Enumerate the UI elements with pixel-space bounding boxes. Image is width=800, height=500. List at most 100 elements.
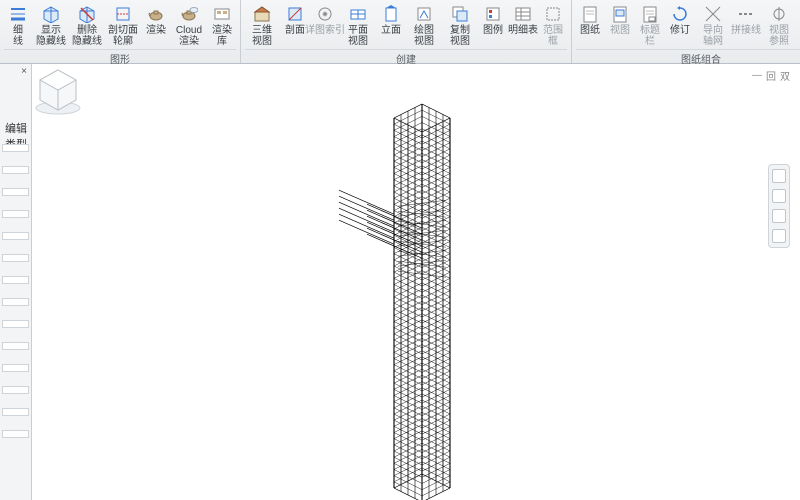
button-label: 三维 视图 — [252, 25, 272, 47]
draft-icon — [414, 4, 434, 24]
legend-icon — [483, 4, 503, 24]
sheet-icon — [580, 4, 600, 24]
teapot-icon — [146, 4, 166, 24]
property-field[interactable] — [2, 430, 29, 438]
model-drawing — [32, 64, 800, 500]
3d-viewport[interactable]: — 回 双 — [32, 64, 800, 500]
schedule-icon — [513, 4, 533, 24]
view-ref-button: 视图 参照 — [762, 2, 796, 47]
property-field[interactable] — [2, 386, 29, 394]
button-label: 渲染 — [146, 25, 166, 36]
dup-icon — [450, 4, 470, 24]
property-field[interactable] — [2, 144, 29, 152]
button-label: 剖切面 轮廓 — [108, 25, 138, 47]
navigation-bar — [768, 164, 790, 248]
property-field[interactable] — [2, 364, 29, 372]
properties-sidebar: × 编辑类型 — [0, 64, 32, 500]
scope-icon — [543, 4, 563, 24]
property-field[interactable] — [2, 320, 29, 328]
button-label: 修订 — [670, 25, 690, 36]
matchline-button: 拼接线 — [732, 2, 760, 47]
cut-profile-button[interactable]: 剖切面 轮廓 — [106, 2, 140, 47]
button-label: 立面 — [381, 25, 401, 36]
title-icon — [640, 4, 660, 24]
nav-orbit-icon[interactable] — [772, 229, 786, 243]
property-field[interactable] — [2, 276, 29, 284]
match-icon — [736, 4, 756, 24]
button-label: 导向 轴网 — [703, 25, 723, 47]
button-label: 标题 栏 — [640, 25, 660, 47]
property-field[interactable] — [2, 232, 29, 240]
property-field[interactable] — [2, 188, 29, 196]
button-label: 渲染 库 — [212, 25, 232, 47]
render-lib-button[interactable]: 渲染 库 — [208, 2, 236, 47]
button-label: 视图 参照 — [769, 25, 789, 47]
nav-zoom-icon[interactable] — [772, 209, 786, 223]
house3d-icon — [252, 4, 272, 24]
button-label: 绘图 视图 — [414, 25, 434, 47]
button-label: 详图索引 — [305, 25, 345, 36]
elev-icon — [381, 4, 401, 24]
revision-button[interactable]: 修订 — [666, 2, 694, 47]
ribbon-group-图形: 细 线显示 隐藏线删除 隐藏线剖切面 轮廓渲染Cloud 渲染渲染 库图形 — [0, 0, 241, 63]
vref-icon — [769, 4, 789, 24]
button-label: 图例 — [483, 25, 503, 36]
view-icon — [610, 4, 630, 24]
plan-view-button[interactable]: 平面 视图 — [341, 2, 375, 47]
thin-line-button[interactable]: 细 线 — [4, 2, 32, 47]
view-cube[interactable] — [32, 64, 84, 116]
button-label: 删除 隐藏线 — [72, 25, 102, 47]
teapot-cloud-icon — [179, 4, 199, 24]
sheet-button[interactable]: 图纸 — [576, 2, 604, 47]
property-field[interactable] — [2, 210, 29, 218]
button-label: 剖面 — [285, 25, 305, 36]
button-label: Cloud 渲染 — [176, 25, 202, 47]
ribbon-group-图纸组合: 图纸视图标题 栏修订导向 轴网拼接线视图 参照视口图纸组合 — [572, 0, 800, 63]
button-label: 复制 视图 — [450, 25, 470, 47]
button-label: 拼接线 — [731, 25, 761, 36]
dup-view-button[interactable]: 复制 视图 — [443, 2, 477, 47]
plan-icon — [348, 4, 368, 24]
schedule-button[interactable]: 明细表 — [509, 2, 537, 47]
scope-box-button: 范围 框 — [539, 2, 567, 47]
title-blk-button: 标题 栏 — [636, 2, 664, 47]
button-label: 明细表 — [508, 25, 538, 36]
button-label: 图纸 — [580, 25, 600, 36]
gallery-icon — [212, 4, 232, 24]
button-label: 视图 — [610, 25, 630, 36]
property-field[interactable] — [2, 342, 29, 350]
button-label: 范围 框 — [543, 25, 563, 47]
view-button: 视图 — [606, 2, 634, 47]
rev-icon — [670, 4, 690, 24]
property-field[interactable] — [2, 254, 29, 262]
render-button[interactable]: 渲染 — [142, 2, 170, 47]
detail-button: 详图索引 — [311, 2, 339, 47]
remove-hide-button[interactable]: 删除 隐藏线 — [70, 2, 104, 47]
cloud-render-button[interactable]: Cloud 渲染 — [172, 2, 206, 47]
elevation-button[interactable]: 立面 — [377, 2, 405, 47]
sidebar-fields — [2, 144, 29, 496]
property-field[interactable] — [2, 166, 29, 174]
detail-icon — [315, 4, 335, 24]
guide-button: 导向 轴网 — [696, 2, 730, 47]
button-label: 平面 视图 — [348, 25, 368, 47]
ribbon-group-创建: 三维 视图剖面详图索引平面 视图立面绘图 视图复制 视图图例明细表范围 框创建 — [241, 0, 572, 63]
show-hide-button[interactable]: 显示 隐藏线 — [34, 2, 68, 47]
cut-icon — [113, 4, 133, 24]
lines-icon — [8, 4, 28, 24]
ribbon-toolbar: 细 线显示 隐藏线删除 隐藏线剖切面 轮廓渲染Cloud 渲染渲染 库图形三维 … — [0, 0, 800, 64]
workspace: × 编辑类型 — 回 双 — [0, 64, 800, 500]
sidebar-close-icon[interactable]: × — [21, 66, 27, 77]
draft-view-button[interactable]: 绘图 视图 — [407, 2, 441, 47]
button-label: 细 线 — [13, 25, 23, 47]
nav-pan-icon[interactable] — [772, 189, 786, 203]
3d-view-button[interactable]: 三维 视图 — [245, 2, 279, 47]
property-field[interactable] — [2, 298, 29, 306]
cube-del-icon — [77, 4, 97, 24]
cube-show-icon — [41, 4, 61, 24]
guide-icon — [703, 4, 723, 24]
button-label: 显示 隐藏线 — [36, 25, 66, 47]
nav-wheel-icon[interactable] — [772, 169, 786, 183]
legend-button[interactable]: 图例 — [479, 2, 507, 47]
property-field[interactable] — [2, 408, 29, 416]
